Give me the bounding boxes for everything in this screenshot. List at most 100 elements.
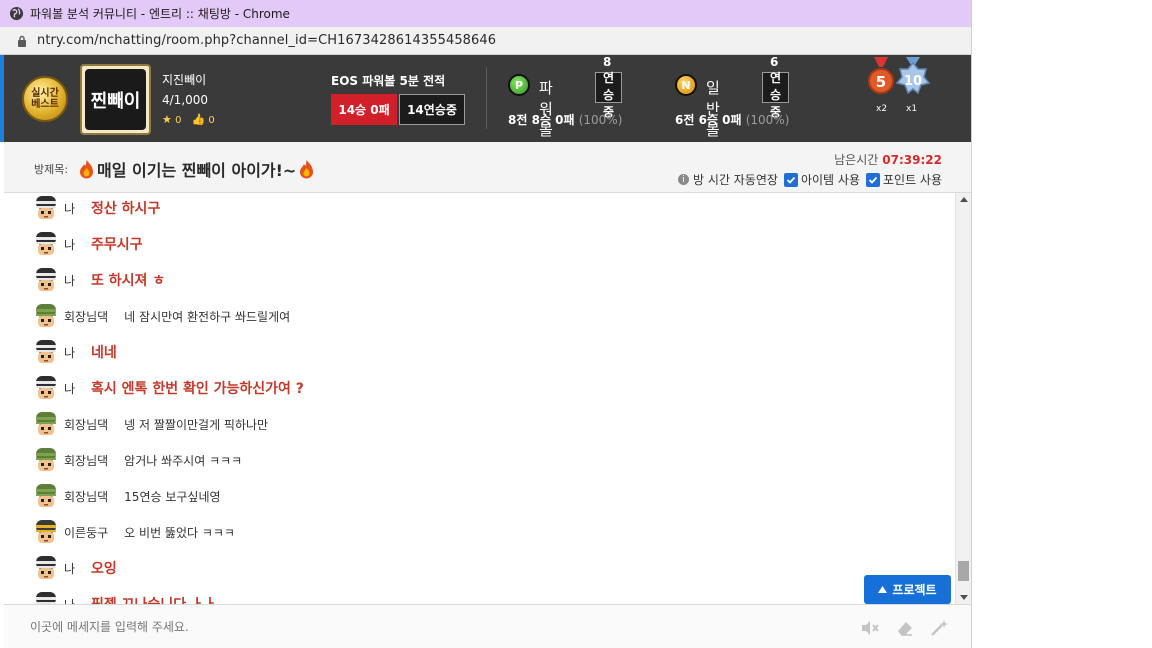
chat-nickname[interactable]: 나 bbox=[64, 344, 75, 361]
user-avatar-icon[interactable] bbox=[32, 266, 60, 294]
normalball-ball-icon: N bbox=[675, 74, 697, 96]
chat-nickname[interactable]: 나 bbox=[64, 272, 75, 289]
user-avatar-icon[interactable] bbox=[32, 518, 60, 546]
chat-message: 회장님댁 네 잠시만여 환전하구 쏴드릴게여 bbox=[32, 301, 290, 331]
powerball-record: 8전 8승 0패 (100%) bbox=[508, 111, 622, 128]
chat-nickname[interactable]: 회장님댁 bbox=[64, 452, 108, 469]
chat-nickname[interactable]: 이른둥구 bbox=[64, 524, 108, 541]
normalball-pct: (100%) bbox=[745, 113, 790, 127]
remaining-time: 남은시간 07:39:22 bbox=[834, 151, 942, 168]
item-use-checkbox[interactable]: 아이템 사용 bbox=[783, 171, 860, 188]
globe-icon bbox=[9, 6, 24, 21]
user-avatar-icon[interactable] bbox=[32, 446, 60, 474]
host-avatar-text: 찐빼이 bbox=[90, 90, 141, 112]
user-avatar-icon[interactable] bbox=[32, 230, 60, 258]
chat-nickname[interactable]: 나 bbox=[64, 596, 75, 605]
remaining-time-label: 남은시간 bbox=[834, 153, 879, 167]
chat-message: 나 혹시 엔톡 한번 확인 가능하신가여 ? bbox=[32, 373, 304, 403]
remaining-time-value: 07:39:22 bbox=[882, 153, 942, 167]
subject-bar: 방제목: 매일 이기는 찐빼이 아이가!~ 남은시간 07:39:22 i방 시간… bbox=[4, 142, 971, 193]
chat-message: 이른둥구 오 비번 뚫었다 ㅋㅋㅋ bbox=[32, 517, 235, 547]
room-header: 실시간 베스트 찐빼이 지진빼이 4/1,000 ★ 0 👍 0 EOS 파워볼 … bbox=[0, 55, 971, 142]
like-count: 0 bbox=[208, 115, 215, 126]
member-count: 4/1,000 bbox=[162, 93, 209, 107]
user-avatar-icon[interactable] bbox=[32, 482, 60, 510]
medal-10-icon: 10 bbox=[895, 57, 931, 95]
chat-text: 픽젬 끄나습니다 ㅏㅏ bbox=[91, 594, 217, 604]
message-input[interactable] bbox=[30, 616, 830, 638]
chat-message: 나 주무시구 bbox=[32, 229, 143, 259]
host-avatar[interactable]: 찐빼이 bbox=[80, 64, 151, 135]
user-avatar-icon[interactable] bbox=[32, 302, 60, 330]
thumbs-up-icon: 👍 bbox=[191, 113, 206, 126]
powerball-pct: (100%) bbox=[578, 113, 623, 127]
realtime-best-badge: 실시간 베스트 bbox=[22, 76, 68, 122]
browser-window: 파워볼 분석 커뮤니티 - 엔트리 :: 채팅방 - Chrome ntry.c… bbox=[0, 0, 972, 648]
magic-wand-icon[interactable] bbox=[929, 618, 949, 638]
star-icon: ★ bbox=[162, 113, 172, 126]
powerball-streak: 8연승중 bbox=[595, 55, 623, 119]
chat-message: 나 픽젬 끄나습니다 ㅏㅏ bbox=[32, 589, 217, 604]
medal-5-label: 5 bbox=[876, 73, 886, 91]
medal-5-icon: 5 bbox=[868, 57, 894, 94]
chat-scrollbar[interactable] bbox=[955, 193, 971, 604]
eos-record: 14승 0패 bbox=[331, 94, 397, 125]
point-use-checkbox[interactable]: 포인트 사용 bbox=[865, 171, 942, 188]
checkmark-icon bbox=[783, 172, 798, 187]
user-avatar-icon[interactable] bbox=[32, 590, 60, 604]
powerball-record-text: 8전 8승 0패 bbox=[508, 113, 575, 127]
user-avatar-icon[interactable] bbox=[32, 194, 60, 222]
user-avatar-icon[interactable] bbox=[32, 554, 60, 582]
chat-text: 넹 저 짤짤이만걸게 픽하나만 bbox=[124, 417, 269, 432]
host-name[interactable]: 지진빼이 bbox=[162, 71, 206, 88]
chat-text: 네 잠시만여 환전하구 쏴드릴게여 bbox=[124, 309, 291, 324]
eraser-icon[interactable] bbox=[895, 618, 915, 638]
mute-icon[interactable] bbox=[860, 618, 880, 638]
chat-nickname[interactable]: 나 bbox=[64, 236, 75, 253]
fire-icon bbox=[80, 160, 93, 179]
user-avatar-icon[interactable] bbox=[32, 410, 60, 438]
room-options: i방 시간 자동연장 아이템 사용 포인트 사용 bbox=[678, 171, 942, 188]
chat-log[interactable]: 나 정산 하시구 나 주무시구 나 또 하시져 ㅎ 회장님댁 네 잠시만여 환전하구 쏴드릴게… bbox=[4, 193, 955, 604]
chat-text: 15연승 보구싶네영 bbox=[124, 489, 221, 504]
room-title: 매일 이기는 찐빼이 아이가!~ bbox=[78, 157, 315, 181]
message-bar bbox=[4, 604, 971, 648]
address-bar[interactable]: ntry.com/nchatting/room.php?channel_id=C… bbox=[0, 27, 971, 55]
fire-icon bbox=[300, 160, 314, 179]
point-use-label: 포인트 사용 bbox=[882, 173, 942, 187]
normalball-streak: 6연승중 bbox=[762, 55, 790, 119]
protect-button-label: 프로젝트 bbox=[892, 583, 937, 597]
url-text[interactable]: ntry.com/nchatting/room.php?channel_id=C… bbox=[37, 33, 496, 48]
chat-nickname[interactable]: 나 bbox=[64, 560, 75, 577]
user-avatar-icon[interactable] bbox=[32, 374, 60, 402]
chat-nickname[interactable]: 회장님댁 bbox=[64, 488, 108, 505]
room-title-text: 매일 이기는 찐빼이 아이가!~ bbox=[97, 161, 297, 180]
medal-10-label: 10 bbox=[904, 74, 922, 89]
scroll-down-icon[interactable] bbox=[960, 595, 968, 600]
chat-text: 오 비번 뚫었다 ㅋㅋㅋ bbox=[124, 525, 235, 540]
chat-message: 나 네네 bbox=[32, 337, 117, 367]
scroll-thumb[interactable] bbox=[958, 561, 969, 581]
lock-icon bbox=[18, 35, 26, 47]
best-badge-line2: 베스트 bbox=[31, 99, 59, 110]
chat-nickname[interactable]: 나 bbox=[64, 380, 75, 397]
scroll-up-icon[interactable] bbox=[960, 197, 968, 202]
chat-text: 주무시구 bbox=[91, 237, 143, 253]
eos-streak: 14연승중 bbox=[399, 94, 465, 125]
chat-nickname[interactable]: 회장님댁 bbox=[64, 308, 108, 325]
chat-message: 회장님댁 넹 저 짤짤이만걸게 픽하나만 bbox=[32, 409, 268, 439]
eos-title: EOS 파워볼 5분 전적 bbox=[331, 74, 446, 88]
protect-button[interactable]: 프로젝트 bbox=[864, 575, 951, 604]
chat-text: 네네 bbox=[91, 345, 117, 361]
chat-nickname[interactable]: 나 bbox=[64, 200, 75, 217]
item-use-label: 아이템 사용 bbox=[800, 173, 860, 187]
auto-extend-option[interactable]: i방 시간 자동연장 bbox=[678, 171, 778, 188]
subject-label: 방제목: bbox=[34, 163, 69, 176]
chat-text: 또 하시져 ㅎ bbox=[91, 273, 166, 289]
chat-nickname[interactable]: 회장님댁 bbox=[64, 416, 108, 433]
powerball-name: 파워볼 bbox=[539, 79, 553, 139]
window-title: 파워볼 분석 커뮤니티 - 엔트리 :: 채팅방 - Chrome bbox=[30, 7, 290, 21]
chat-message: 나 정산 하시구 bbox=[32, 193, 160, 223]
user-avatar-icon[interactable] bbox=[32, 338, 60, 366]
star-count: 0 bbox=[175, 115, 182, 126]
